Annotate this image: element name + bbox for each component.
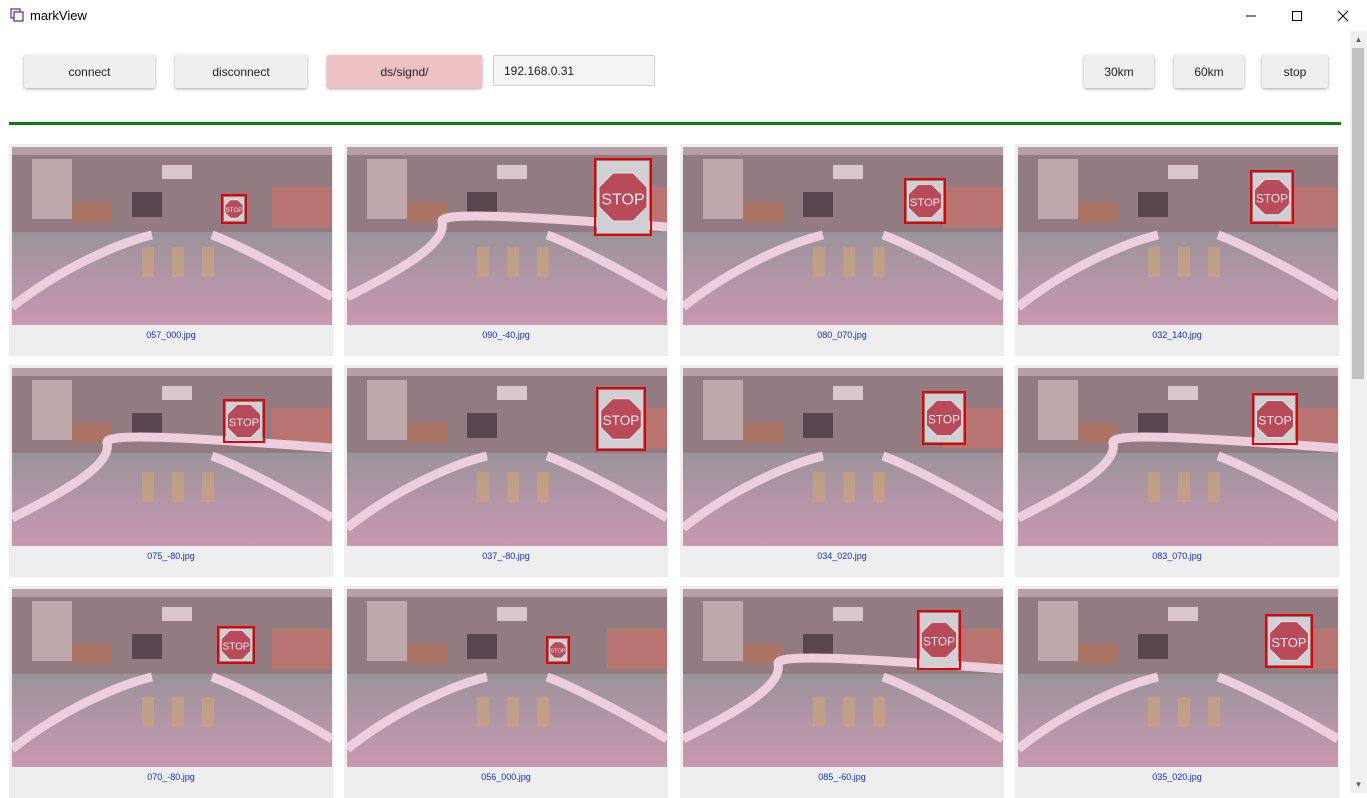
- stop-sign-text: STOP: [923, 634, 955, 648]
- camera-thumbnail[interactable]: STOP: [683, 147, 1003, 325]
- maximize-icon: [1292, 10, 1302, 21]
- camera-thumbnail[interactable]: STOP: [12, 147, 332, 325]
- ip-address-input[interactable]: [493, 55, 655, 86]
- stop-sign-text: STOP: [601, 190, 645, 208]
- close-button[interactable]: [1320, 0, 1366, 31]
- connect-button[interactable]: connect: [24, 55, 155, 88]
- camera-thumbnail[interactable]: STOP: [347, 589, 667, 767]
- stop-sign-text: STOP: [1271, 635, 1306, 650]
- speed-30km-button[interactable]: 30km: [1084, 55, 1154, 88]
- image-tile[interactable]: STOP 090_-40.jpg: [344, 144, 668, 356]
- minimize-icon: [1246, 15, 1256, 16]
- camera-thumbnail[interactable]: STOP: [1018, 147, 1338, 325]
- image-tile[interactable]: STOP 070_-80.jpg: [9, 586, 333, 798]
- minimize-button[interactable]: [1228, 0, 1274, 31]
- divider-line: [9, 122, 1341, 125]
- image-filename-caption: 032_140.jpg: [1152, 330, 1202, 340]
- image-tile[interactable]: STOP 034_020.jpg: [680, 365, 1004, 577]
- scroll-down-arrow-icon[interactable]: ▼: [1350, 776, 1367, 793]
- window-title: markView: [30, 8, 87, 23]
- image-tile[interactable]: STOP 085_-60.jpg: [680, 586, 1004, 798]
- dataset-path-button[interactable]: ds/signd/: [327, 55, 482, 88]
- scrollbar-thumb[interactable]: [1352, 48, 1364, 379]
- speed-60km-button[interactable]: 60km: [1174, 55, 1244, 88]
- stop-sign-text: STOP: [226, 207, 243, 214]
- image-tile[interactable]: STOP 037_-80.jpg: [344, 365, 668, 577]
- scroll-up-arrow-icon[interactable]: ▲: [1350, 31, 1367, 48]
- camera-thumbnail[interactable]: STOP: [12, 589, 332, 767]
- image-tile[interactable]: STOP 056_000.jpg: [344, 586, 668, 798]
- disconnect-button[interactable]: disconnect: [175, 55, 307, 88]
- window-app-icon: [10, 8, 24, 22]
- image-filename-caption: 037_-80.jpg: [482, 551, 530, 561]
- camera-thumbnail[interactable]: STOP: [1018, 368, 1338, 546]
- stop-button[interactable]: stop: [1262, 55, 1328, 88]
- image-filename-caption: 085_-60.jpg: [818, 772, 866, 782]
- camera-thumbnail[interactable]: STOP: [347, 368, 667, 546]
- image-filename-caption: 070_-80.jpg: [147, 772, 195, 782]
- close-icon: [1337, 10, 1349, 21]
- camera-thumbnail[interactable]: STOP: [1018, 589, 1338, 767]
- image-filename-caption: 083_070.jpg: [1152, 551, 1202, 561]
- image-filename-caption: 075_-80.jpg: [147, 551, 195, 561]
- image-tile[interactable]: STOP 075_-80.jpg: [9, 365, 333, 577]
- stop-sign-text: STOP: [1258, 414, 1292, 428]
- vertical-scrollbar[interactable]: ▲ ▼: [1350, 31, 1367, 793]
- stop-sign-text: STOP: [223, 641, 250, 652]
- image-filename-caption: 035_020.jpg: [1152, 772, 1202, 782]
- maximize-button[interactable]: [1274, 0, 1320, 31]
- image-tile[interactable]: STOP 032_140.jpg: [1015, 144, 1339, 356]
- stop-sign-text: STOP: [928, 412, 960, 426]
- title-bar: markView: [0, 0, 1367, 31]
- camera-thumbnail[interactable]: STOP: [683, 368, 1003, 546]
- image-tile[interactable]: STOP 057_000.jpg: [9, 144, 333, 356]
- image-tile[interactable]: STOP 035_020.jpg: [1015, 586, 1339, 798]
- image-filename-caption: 057_000.jpg: [146, 330, 196, 340]
- image-filename-caption: 056_000.jpg: [481, 772, 531, 782]
- image-tile[interactable]: STOP 083_070.jpg: [1015, 365, 1339, 577]
- stop-sign-text: STOP: [229, 417, 259, 429]
- stop-sign-text: STOP: [1256, 191, 1288, 205]
- stop-sign-text: STOP: [910, 197, 940, 209]
- image-filename-caption: 034_020.jpg: [817, 551, 867, 561]
- stop-sign-text: STOP: [550, 649, 565, 655]
- image-tile[interactable]: STOP 080_070.jpg: [680, 144, 1004, 356]
- image-filename-caption: 080_070.jpg: [817, 330, 867, 340]
- image-filename-caption: 090_-40.jpg: [482, 330, 530, 340]
- camera-thumbnail[interactable]: STOP: [347, 147, 667, 325]
- stop-sign-text: STOP: [603, 413, 640, 428]
- camera-thumbnail[interactable]: STOP: [12, 368, 332, 546]
- camera-thumbnail[interactable]: STOP: [683, 589, 1003, 767]
